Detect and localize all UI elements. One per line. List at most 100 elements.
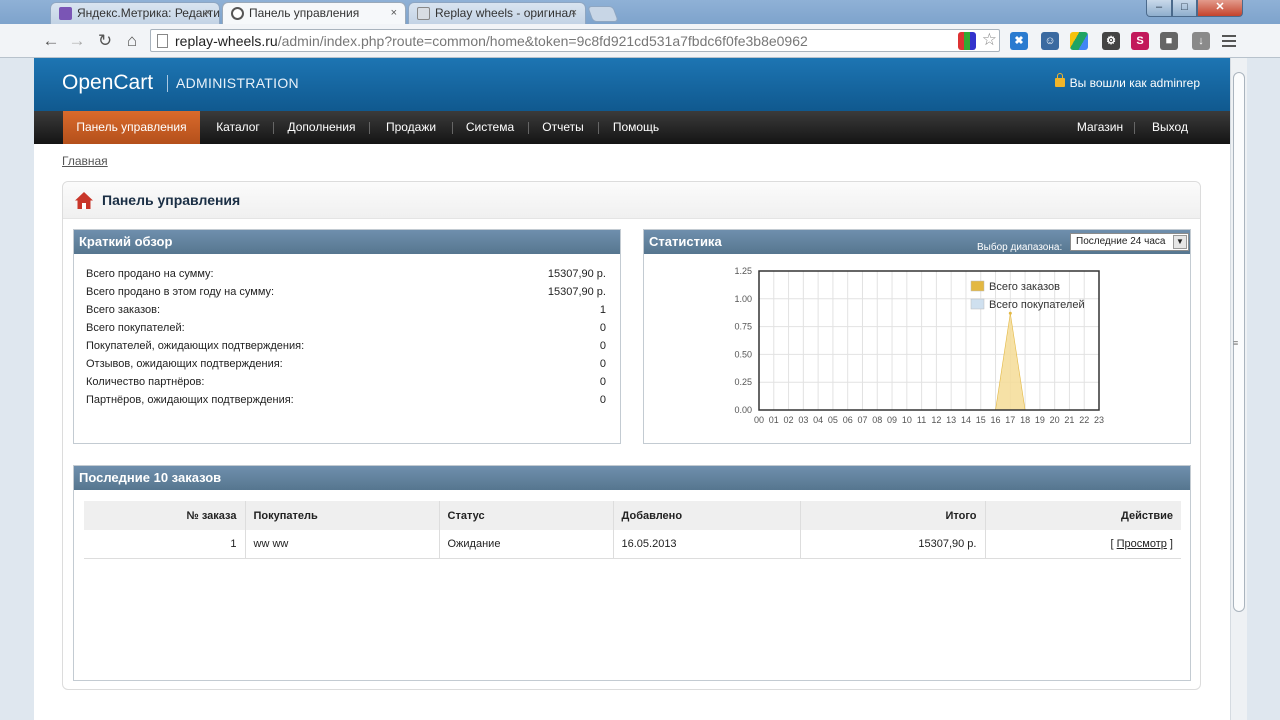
statistics-header: Статистика Выбор диапазона: Последние 24… <box>644 230 1190 254</box>
stat-label: Покупателей, ожидающих подтверждения: <box>86 340 305 352</box>
tab-close-icon[interactable]: × <box>571 3 577 24</box>
menu-item-reports[interactable]: Отчеты <box>534 111 592 144</box>
menu-item-system[interactable]: Система <box>458 111 522 144</box>
forward-arrow-icon[interactable]: → <box>66 30 88 52</box>
chart-legend-swatch <box>970 280 985 292</box>
window-maximize-button[interactable]: □ <box>1172 0 1197 17</box>
overview-panel: Краткий обзор Всего продано на сумму: 153… <box>73 229 621 444</box>
new-tab-button[interactable] <box>587 6 619 22</box>
browser-toolbar: ← → ↻ ⌂ replay-wheels.ru/admin/index.php… <box>0 24 1280 58</box>
extension-person-icon[interactable]: ☺ <box>1041 32 1059 50</box>
chart-x-tick-label: 14 <box>961 415 971 425</box>
page-favicon-icon <box>417 7 430 20</box>
col-date-added[interactable]: Добавлено <box>613 501 801 530</box>
browser-tab-replay[interactable]: Replay wheels - оригинал × <box>408 2 586 24</box>
window-close-button[interactable]: ✕ <box>1197 0 1243 17</box>
chart-x-tick-label: 18 <box>1020 415 1030 425</box>
chart-x-tick-label: 09 <box>887 415 897 425</box>
chart-series-area <box>759 313 1099 411</box>
menu-item-store[interactable]: Магазин <box>1070 111 1130 144</box>
chart-y-tick-label: 0.75 <box>734 322 752 332</box>
extension-download-icon[interactable]: ↓ <box>1192 32 1210 50</box>
admin-page: OpenCart ADMINISTRATION Вы вошли как adm… <box>34 58 1230 720</box>
stat-label: Количество партнёров: <box>86 376 205 388</box>
col-total[interactable]: Итого <box>800 501 986 530</box>
back-arrow-icon[interactable]: ← <box>40 30 62 52</box>
browser-tab-dashboard[interactable]: Панель управления × <box>222 2 406 24</box>
opencart-favicon-icon <box>231 7 244 20</box>
menu-item-extensions[interactable]: Дополнения <box>279 111 364 144</box>
address-bar[interactable]: replay-wheels.ru/admin/index.php?route=c… <box>150 29 1000 52</box>
reload-icon[interactable]: ↻ <box>94 30 116 52</box>
home-icon <box>75 192 93 209</box>
stat-label: Партнёров, ожидающих подтверждения: <box>86 394 294 406</box>
browser-tab-metrika[interactable]: Яндекс.Метрика: Редакти × <box>50 2 220 24</box>
menu-item-sales[interactable]: Продажи <box>376 111 446 144</box>
logo-separator <box>167 75 168 92</box>
dashboard-box-header: Панель управления <box>63 182 1200 219</box>
chart-x-tick-label: 12 <box>931 415 941 425</box>
lock-icon <box>1054 73 1065 87</box>
chart-x-tick-label: 04 <box>813 415 823 425</box>
viewport: OpenCart ADMINISTRATION Вы вошли как adm… <box>0 58 1280 720</box>
overview-stat-row: Всего продано на сумму: 15307,90 р. <box>86 268 606 286</box>
menu-item-logout[interactable]: Выход <box>1142 111 1198 144</box>
tab-close-icon[interactable]: × <box>391 3 397 24</box>
view-order-link[interactable]: Просмотр <box>1117 538 1167 550</box>
col-order-id[interactable]: № заказа <box>84 501 246 530</box>
chart-x-tick-label: 00 <box>754 415 764 425</box>
browser-menu-icon[interactable] <box>1222 35 1236 47</box>
col-status[interactable]: Статус <box>439 501 614 530</box>
browser-tab-bar: Яндекс.Метрика: Редакти × Панель управле… <box>0 0 1280 24</box>
menu-item-catalog[interactable]: Каталог <box>206 111 270 144</box>
overview-title: Краткий обзор <box>74 230 620 254</box>
menu-item-dashboard[interactable]: Панель управления <box>63 111 200 144</box>
main-menu: Панель управления Каталог Дополнения Про… <box>34 111 1230 144</box>
menu-separator <box>1134 122 1135 134</box>
extension-s-icon[interactable]: S <box>1131 32 1149 50</box>
chart-y-tick-label: 0.50 <box>734 349 752 359</box>
overview-stat-row: Партнёров, ожидающих подтверждения: 0 <box>86 394 606 412</box>
stat-label: Всего продано в этом году на сумму: <box>86 286 275 298</box>
stat-value: 0 <box>599 376 606 388</box>
extension-x-icon[interactable]: ✖ <box>1010 32 1028 50</box>
chart-x-tick-label: 02 <box>784 415 794 425</box>
extension-color-icon[interactable] <box>958 32 976 50</box>
chart-x-tick-label: 17 <box>1005 415 1015 425</box>
breadcrumb-home[interactable]: Главная <box>62 154 108 168</box>
status-cell: Ожидание <box>439 530 614 559</box>
opencart-logo[interactable]: OpenCart <box>62 71 153 95</box>
page-scrollbar[interactable]: ≡ <box>1230 58 1247 720</box>
range-select[interactable]: Последние 24 часа ▼ <box>1070 233 1189 251</box>
statistics-title: Статистика <box>649 234 722 249</box>
table-row: 1 ww ww Ожидание 16.05.2013 15307,90 р. … <box>84 530 1181 559</box>
total-cell: 15307,90 р. <box>800 530 986 559</box>
overview-stat-row: Количество партнёров: 0 <box>86 376 606 394</box>
chart-x-tick-label: 20 <box>1050 415 1060 425</box>
chart-x-tick-label: 08 <box>872 415 882 425</box>
overview-stat-row: Всего покупателей: 0 <box>86 322 606 340</box>
tab-close-icon[interactable]: × <box>205 3 211 24</box>
chart-x-tick-label: 01 <box>769 415 779 425</box>
extension-cube-icon[interactable]: ■ <box>1160 32 1178 50</box>
action-cell: [ Просмотр ] <box>985 530 1181 559</box>
extension-drive-icon[interactable] <box>1070 32 1088 50</box>
extension-lock-icon[interactable]: ⚙ <box>1102 32 1120 50</box>
menu-separator <box>452 122 453 134</box>
menu-item-help[interactable]: Помощь <box>604 111 668 144</box>
col-customer[interactable]: Покупатель <box>245 501 440 530</box>
tab-title: Replay wheels - оригинал <box>435 6 576 20</box>
stat-value: 0 <box>599 340 606 352</box>
home-icon[interactable]: ⌂ <box>121 30 143 52</box>
dashboard-box: Панель управления Краткий обзор Всего пр… <box>62 181 1201 690</box>
window-minimize-button[interactable]: – <box>1146 0 1172 17</box>
metrika-favicon-icon <box>59 7 72 20</box>
chart-data-point <box>1008 311 1012 315</box>
page-icon <box>157 34 168 48</box>
latest-orders-panel: Последние 10 заказов № заказа Покупатель… <box>73 465 1191 681</box>
menu-separator <box>369 122 370 134</box>
stat-label: Всего заказов: <box>86 304 161 316</box>
stat-value: 15307,90 р. <box>547 286 606 298</box>
bookmark-star-icon[interactable]: ☆ <box>982 30 997 50</box>
scrollbar-grip-icon: ≡ <box>1233 338 1239 348</box>
